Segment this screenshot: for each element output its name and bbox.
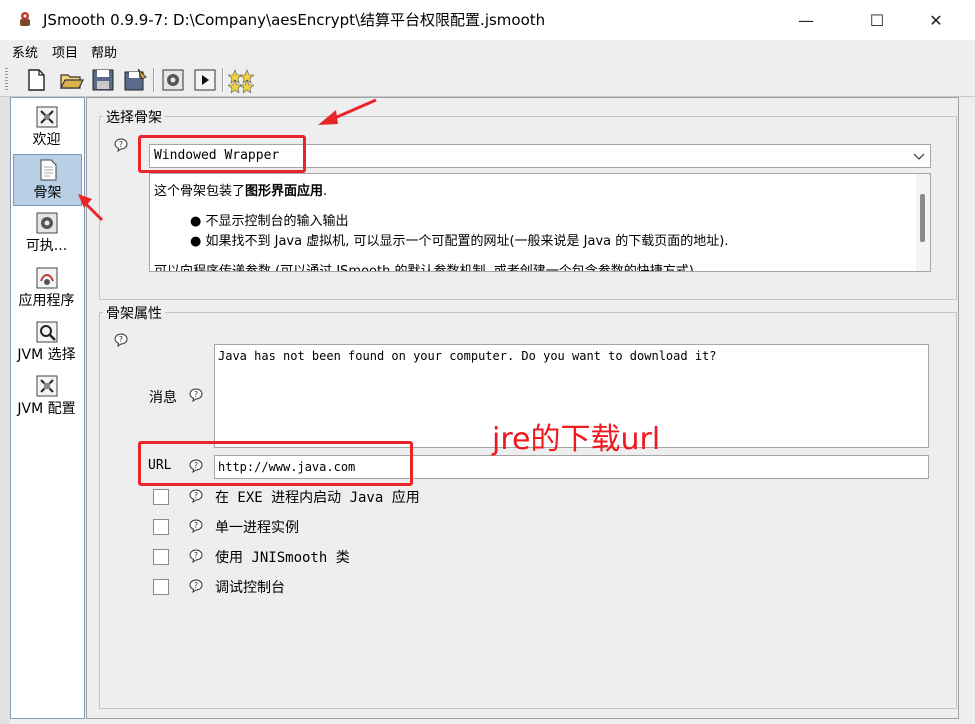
sidebar-item-welcome[interactable]: 欢迎	[13, 102, 80, 152]
toolbar	[0, 62, 975, 97]
save-as-icon[interactable]	[122, 67, 148, 93]
checkbox-debug-console[interactable]	[153, 579, 169, 595]
about-icon[interactable]	[228, 67, 254, 93]
description-intro-suffix: .	[323, 184, 328, 199]
svg-text:?: ?	[194, 521, 198, 530]
sidebar-item-jvm-select[interactable]: JVM 选择	[13, 317, 80, 367]
svg-text:?: ?	[119, 335, 123, 344]
description-intro-bold: 图形界面应用	[245, 184, 324, 199]
window-right-edge	[958, 97, 975, 724]
checkbox-label: 单一进程实例	[215, 520, 299, 536]
annotation-box-skeleton	[138, 135, 306, 173]
jvm-select-icon	[36, 321, 57, 343]
sidebar-item-label: JVM 配置	[17, 401, 76, 417]
annotation-arrow-icon	[78, 194, 104, 222]
sidebar-item-label: JVM 选择	[17, 347, 76, 363]
sidebar-item-label: 骨架	[33, 185, 62, 201]
menu-project[interactable]: 项目	[52, 42, 78, 61]
message-label: 消息	[149, 390, 177, 406]
executable-icon	[36, 212, 57, 234]
skeleton-icon	[40, 159, 56, 181]
menu-bar: 系统 项目 帮助	[0, 40, 975, 62]
title-bar: JSmooth 0.9.9-7: D:\Company\aesEncrypt\结…	[0, 0, 975, 40]
toolbar-separator	[222, 68, 224, 92]
annotation-label: jre的下载url	[492, 422, 661, 457]
sidebar-item-executable[interactable]: 可执...	[13, 208, 80, 258]
close-icon: ✕	[929, 10, 943, 30]
help-icon[interactable]: ?	[189, 489, 203, 503]
menu-help[interactable]: 帮助	[91, 42, 117, 61]
toolbar-grip[interactable]	[5, 68, 8, 90]
svg-text:?: ?	[194, 491, 198, 500]
description-intro-prefix: 这个骨架包装了	[154, 184, 246, 199]
sidebar-item-label: 欢迎	[32, 132, 61, 148]
sidebar-item-skeleton[interactable]: 骨架	[13, 154, 82, 206]
minimize-icon: —	[798, 10, 814, 30]
skeleton-group-title: 选择骨架	[103, 107, 165, 127]
welcome-icon	[36, 106, 57, 128]
background-window-strip	[0, 97, 10, 724]
toolbar-separator	[153, 68, 155, 92]
svg-text:?: ?	[119, 140, 123, 149]
chevron-down-icon	[913, 153, 925, 160]
maximize-button[interactable]: ☐	[853, 0, 901, 40]
description-bullet-text: 不显示控制台的输入输出	[205, 214, 349, 229]
checkbox-label: 使用 JNISmooth 类	[215, 550, 350, 566]
help-icon[interactable]: ?	[114, 138, 128, 152]
message-value: Java has not been found on your computer…	[218, 349, 717, 363]
checkbox-single-instance[interactable]	[153, 519, 169, 535]
help-icon[interactable]: ?	[189, 549, 203, 563]
sidebar-item-label: 可执...	[25, 238, 68, 254]
sidebar-item-label: 应用程序	[18, 293, 75, 309]
main-panel: 选择骨架 ? Windowed Wrapper 这个骨架包装了图形界面应用. ●…	[86, 97, 959, 719]
checkbox-label: 在 EXE 进程内启动 Java 应用	[215, 490, 420, 506]
annotation-box-url	[138, 441, 413, 486]
minimize-button[interactable]: —	[782, 0, 830, 40]
description-bullet: ● 不显示控制台的输入输出	[190, 214, 349, 229]
description-bullet-text: 如果找不到 Java 虚拟机, 可以显示一个可配置的网址(一般来说是 Java …	[205, 234, 729, 249]
open-icon[interactable]	[58, 67, 84, 93]
run-icon[interactable]	[192, 67, 218, 93]
checkbox-jnismooth[interactable]	[153, 549, 169, 565]
compile-icon[interactable]	[160, 67, 186, 93]
menu-system[interactable]: 系统	[12, 42, 38, 61]
svg-text:?: ?	[194, 390, 198, 399]
help-icon[interactable]: ?	[114, 333, 128, 347]
checkbox-label: 调试控制台	[215, 580, 285, 596]
jsmooth-app-icon	[20, 12, 30, 26]
sidebar-item-application[interactable]: 应用程序	[13, 263, 80, 313]
save-icon[interactable]	[90, 67, 116, 93]
description-scrollbar[interactable]	[916, 174, 930, 271]
application-icon	[36, 267, 57, 289]
help-icon[interactable]: ?	[189, 579, 203, 593]
close-button[interactable]: ✕	[912, 0, 960, 40]
description-partial-line: 可以向程序传递参数 (可以通过 JSmooth 的默认参数机制, 或者创建一个包…	[154, 264, 698, 272]
properties-group-title: 骨架属性	[103, 303, 165, 323]
maximize-icon: ☐	[869, 10, 885, 30]
description-intro: 这个骨架包装了图形界面应用.	[154, 180, 327, 199]
svg-text:?: ?	[194, 551, 198, 560]
scrollbar-thumb[interactable]	[920, 194, 925, 242]
jvm-config-icon	[36, 375, 57, 397]
checkbox-in-process[interactable]	[153, 489, 169, 505]
help-icon[interactable]: ?	[189, 388, 203, 402]
annotation-arrow-icon	[318, 98, 377, 125]
description-bullet: ● 如果找不到 Java 虚拟机, 可以显示一个可配置的网址(一般来说是 Jav…	[190, 234, 729, 249]
svg-text:?: ?	[194, 581, 198, 590]
skeleton-description: 这个骨架包装了图形界面应用. ● 不显示控制台的输入输出 ● 如果找不到 Jav…	[149, 173, 931, 272]
new-icon[interactable]	[23, 67, 49, 93]
sidebar: 欢迎 骨架 可执... 应用程序 JVM 选择 JVM 配置	[10, 97, 85, 719]
help-icon[interactable]: ?	[189, 519, 203, 533]
sidebar-item-jvm-config[interactable]: JVM 配置	[13, 371, 80, 421]
window-title: JSmooth 0.9.9-7: D:\Company\aesEncrypt\结…	[43, 11, 546, 29]
